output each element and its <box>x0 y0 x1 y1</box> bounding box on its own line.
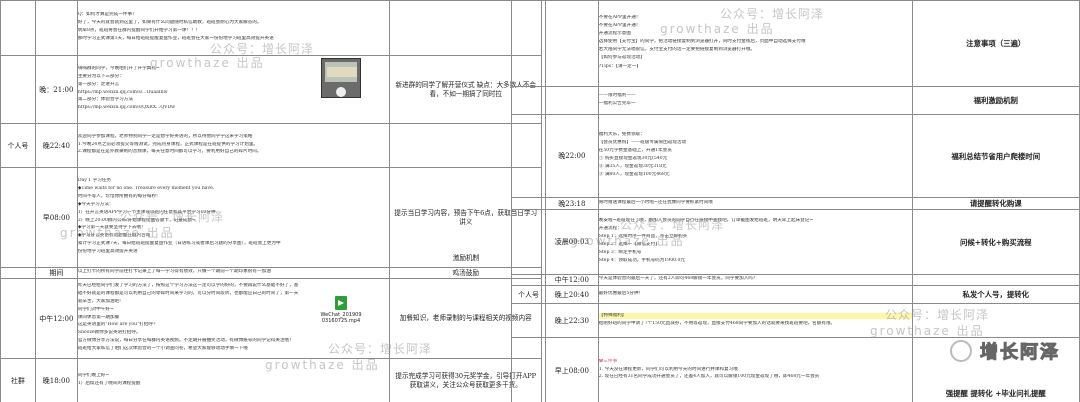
time-label-1800: 晚18:00 <box>34 358 78 402</box>
r-cell-fuli: ——限时福利—— 一福利公告完毕一 <box>597 86 913 115</box>
cell-2240: 欢迎同学参加课程，老师特别同学一定是想学好英语的，所以待他同学学这米学习策略 1… <box>76 123 391 168</box>
video-thumbnail[interactable] <box>321 58 361 98</box>
r-time-label-0003: 凌晨00:03 <box>544 209 599 275</box>
time-label-period: 期间 <box>34 267 78 279</box>
r-time-label-2318: 晚23:18 <box>544 197 599 210</box>
r-time-label-1200: 中午12:00 <box>544 274 599 286</box>
play-icon <box>336 87 346 97</box>
cell-1800: 同学们晚上好~ 1）后续还有了晚间的课程提醒 <box>76 358 391 402</box>
r-remark-2318: 请提醒转化购课 <box>911 197 1080 210</box>
r-remark-2200: 福利总结节省用户爬楼时间 <box>911 114 1080 198</box>
cell-0800: Day 1 学习任务 ◆Time waits for no one. Treas… <box>76 167 391 268</box>
r-row-label-renhao: 个人号 <box>511 285 546 304</box>
r-cell-0003: 晚安啦~班班现在了哦，都加入会员的同学自行在链接中查找吧，订单截图发给班班，明天… <box>597 209 913 275</box>
row-label-renhao: 个人号 <box>0 123 36 168</box>
document-page: Q：如何才算是完成一件事？ 好了，今天的就会就到这里了，如果有什么问题随时私信助… <box>0 0 1080 402</box>
r-remark-top: 注意事项（三遍） <box>911 0 1080 87</box>
video-file-attachment[interactable]: WeChat_201909 03160725.mp4 <box>318 296 364 324</box>
r-time-label-2200: 晚22:00 <box>544 114 599 198</box>
r-cell-2318: 限时赠送课程最后一小时啦~还在犹豫同学要抓紧时间哦 <box>597 197 913 210</box>
time-label-1200: 中午12:00 <box>34 278 78 359</box>
r-remark-fuli: 福利激励机制 <box>911 86 1080 115</box>
time-label-2100: 晚：21:00 <box>34 55 78 124</box>
r-time-label-0800: 早上08:00 <box>544 337 599 402</box>
brand-logo: 增长阿泽 <box>950 334 1080 366</box>
row-label-shequn: 社群 <box>0 358 36 402</box>
logo-icon <box>950 340 972 362</box>
r-time-label-2040: 晚上20:40 <box>544 285 599 304</box>
r-time-label-2230: 晚上22:30 <box>544 303 599 338</box>
r-cell-top: 不要在APP里开通！ 不要在APP里开通！ 开通流程示意图 选择使用【支付宝】的… <box>597 0 913 87</box>
video-file-icon <box>335 296 347 310</box>
r-cell-2200: 福利大乐，免费领取： 【会员优惠购】——班级专属限团返现活动 在50元学费金基础… <box>597 114 913 198</box>
left-table: Q：如何才算是完成一件事？ 好了，今天的就会就到这里了，如果有什么问题随时私信助… <box>0 0 542 402</box>
cell-period: 以上打卡的所有同学前往打卡记录上了每一学习得有绩效，只做一个期前一个期印象很有一… <box>76 267 391 279</box>
time-label-2240: 晚22:40 <box>34 123 78 168</box>
r-remark-0003: 问候+转化+购买流程 <box>911 209 1080 275</box>
r-cell-0800: ✿三件事 1. 今天没在课程更新，同学们可以利用今天的时间进行并课和复习哦 2.… <box>597 337 913 402</box>
r-remark-1200: 私发个人号，提转化 <box>911 285 1080 304</box>
time-label-0800: 早08:00 <box>34 167 78 268</box>
cell-top: Q：如何才算是完成一件事？ 好了，今天的就会就到这里了，如果有什么问题随时私信助… <box>76 0 391 56</box>
r-cell-2230: 【特殊福利】 给刚好班的同学申请了7个150元直减券，不用等返现，直接支付468… <box>597 303 913 338</box>
